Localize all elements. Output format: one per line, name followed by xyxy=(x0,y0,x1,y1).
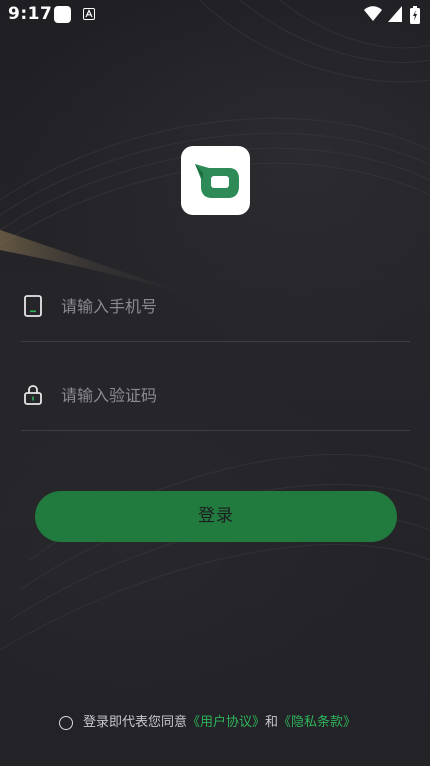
battery-icon xyxy=(410,6,420,24)
user-agreement-link[interactable]: 《用户协议》 xyxy=(187,715,265,730)
lock-icon xyxy=(24,385,42,405)
app-logo xyxy=(181,146,250,215)
signal-icon xyxy=(388,6,402,22)
agreement-checkbox[interactable] xyxy=(59,716,73,730)
login-button[interactable]: 登录 xyxy=(35,491,397,542)
app-notification-icon xyxy=(54,6,71,23)
privacy-terms-link[interactable]: 《隐私条款》 xyxy=(278,715,356,730)
status-time: 9:17 xyxy=(8,4,53,24)
a-text-icon xyxy=(83,8,95,20)
phone-input[interactable] xyxy=(61,293,401,319)
wifi-icon xyxy=(364,6,382,21)
code-input[interactable] xyxy=(61,382,401,408)
status-bar: 9:17 xyxy=(0,0,430,30)
agreement-conjunction: 和 xyxy=(265,715,279,730)
agreement-text: 登录即代表您同意《用户协议》和《隐私条款》 xyxy=(83,713,356,733)
app-logo-icon xyxy=(195,164,239,198)
phone-icon xyxy=(24,295,42,317)
phone-field xyxy=(21,271,410,342)
code-field xyxy=(21,360,410,431)
agreement-prefix: 登录即代表您同意 xyxy=(83,715,188,730)
